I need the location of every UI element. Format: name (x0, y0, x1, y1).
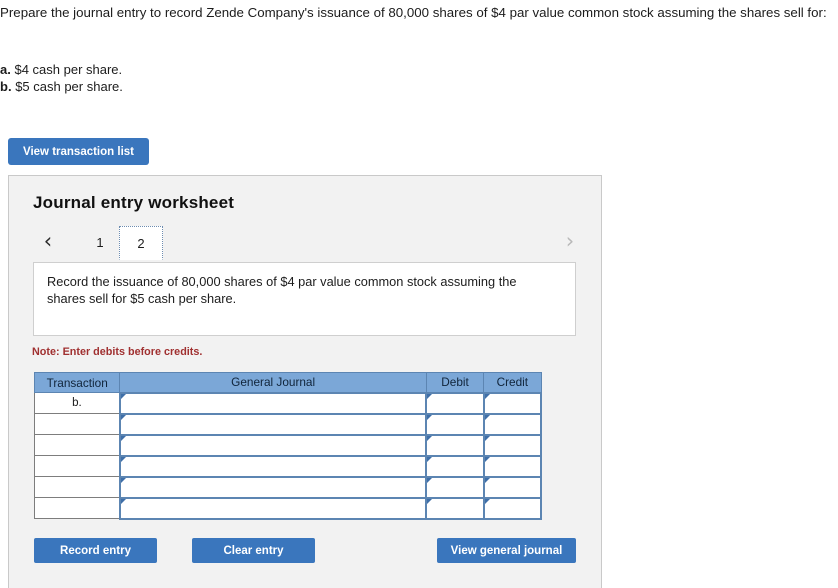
credit-input[interactable] (485, 394, 540, 413)
general-journal-cell[interactable] (120, 456, 427, 477)
credit-cell[interactable] (484, 498, 541, 519)
dropdown-marker-icon (121, 478, 126, 483)
column-header-general-journal: General Journal (120, 373, 427, 393)
general-journal-cell[interactable] (120, 414, 427, 435)
choice-marker-b: b. (0, 79, 12, 94)
choice-marker-a: a. (0, 62, 11, 77)
column-header-credit: Credit (484, 373, 541, 393)
list-item: b. $5 cash per share. (0, 79, 123, 96)
table-row (35, 456, 542, 477)
dropdown-marker-icon (427, 394, 432, 399)
dropdown-marker-icon (121, 415, 126, 420)
column-header-transaction: Transaction (35, 373, 120, 393)
debit-input[interactable] (427, 394, 482, 413)
list-item: a. $4 cash per share. (0, 62, 123, 79)
chevron-right-icon: › (559, 226, 581, 256)
dropdown-marker-icon (121, 457, 126, 462)
credit-input[interactable] (485, 415, 540, 434)
choice-list: a. $4 cash per share. b. $5 cash per sha… (0, 62, 123, 95)
credit-input[interactable] (485, 436, 540, 455)
general-journal-input[interactable] (121, 415, 426, 434)
general-journal-input[interactable] (121, 394, 426, 413)
credit-cell[interactable] (484, 456, 541, 477)
instruction-box: Record the issuance of 80,000 shares of … (33, 262, 576, 336)
journal-entry-table: Transaction General Journal Debit Credit… (34, 372, 542, 520)
general-journal-input[interactable] (121, 499, 426, 518)
view-transaction-list-button[interactable]: View transaction list (8, 138, 149, 165)
debit-cell[interactable] (426, 393, 483, 414)
credit-cell[interactable] (484, 435, 541, 456)
clear-entry-button[interactable]: Clear entry (192, 538, 315, 563)
journal-entry-exercise: Prepare the journal entry to record Zend… (0, 0, 838, 588)
dropdown-marker-icon (485, 415, 490, 420)
page-title: Journal entry worksheet (33, 193, 234, 213)
record-entry-button[interactable]: Record entry (34, 538, 157, 563)
debit-input[interactable] (427, 415, 482, 434)
dropdown-marker-icon (427, 415, 432, 420)
credit-input[interactable] (485, 457, 540, 476)
transaction-label (35, 414, 120, 435)
general-journal-input[interactable] (121, 436, 426, 455)
transaction-label (35, 456, 120, 477)
table-row (35, 498, 542, 519)
table-row: b. (35, 393, 542, 414)
dropdown-marker-icon (485, 436, 490, 441)
choice-text-b: $5 cash per share. (15, 79, 123, 94)
page-tab-1[interactable]: 1 (86, 226, 114, 259)
column-header-debit: Debit (426, 373, 483, 393)
dropdown-marker-icon (427, 436, 432, 441)
debit-cell[interactable] (426, 435, 483, 456)
dropdown-marker-icon (485, 499, 490, 504)
chevron-left-icon[interactable]: ‹ (37, 226, 59, 256)
credit-input[interactable] (485, 478, 540, 497)
dropdown-marker-icon (427, 478, 432, 483)
debit-cell[interactable] (426, 477, 483, 498)
dropdown-marker-icon (485, 478, 490, 483)
debit-input[interactable] (427, 478, 482, 497)
credit-cell[interactable] (484, 393, 541, 414)
page-tab-2[interactable]: 2 (119, 226, 163, 260)
general-journal-input[interactable] (121, 457, 426, 476)
transaction-label (35, 498, 120, 519)
table-header-row: Transaction General Journal Debit Credit (35, 373, 542, 393)
dropdown-marker-icon (121, 499, 126, 504)
credit-cell[interactable] (484, 414, 541, 435)
general-journal-cell[interactable] (120, 477, 427, 498)
dropdown-marker-icon (427, 499, 432, 504)
general-journal-cell[interactable] (120, 435, 427, 456)
view-general-journal-button[interactable]: View general journal (437, 538, 576, 563)
table-row (35, 477, 542, 498)
journal-entry-worksheet-panel: Journal entry worksheet ‹ 1 2 › Record t… (8, 175, 602, 588)
dropdown-marker-icon (485, 394, 490, 399)
debit-cell[interactable] (426, 414, 483, 435)
transaction-label (35, 435, 120, 456)
choice-text-a: $4 cash per share. (14, 62, 122, 77)
credit-cell[interactable] (484, 477, 541, 498)
question-text: Prepare the journal entry to record Zend… (0, 4, 838, 21)
general-journal-input[interactable] (121, 478, 426, 497)
debit-input[interactable] (427, 499, 482, 518)
dropdown-marker-icon (485, 457, 490, 462)
dropdown-marker-icon (427, 457, 432, 462)
debits-before-credits-note: Note: Enter debits before credits. (32, 346, 202, 358)
transaction-label (35, 477, 120, 498)
transaction-label: b. (35, 393, 120, 414)
debit-input[interactable] (427, 457, 482, 476)
credit-input[interactable] (485, 499, 540, 518)
debit-cell[interactable] (426, 498, 483, 519)
debit-cell[interactable] (426, 456, 483, 477)
debit-input[interactable] (427, 436, 482, 455)
table-row (35, 414, 542, 435)
worksheet-pager: ‹ 1 2 › (31, 226, 581, 262)
instruction-text: Record the issuance of 80,000 shares of … (47, 273, 552, 307)
general-journal-cell[interactable] (120, 498, 427, 519)
dropdown-marker-icon (121, 394, 126, 399)
table-row (35, 435, 542, 456)
dropdown-marker-icon (121, 436, 126, 441)
general-journal-cell[interactable] (120, 393, 427, 414)
